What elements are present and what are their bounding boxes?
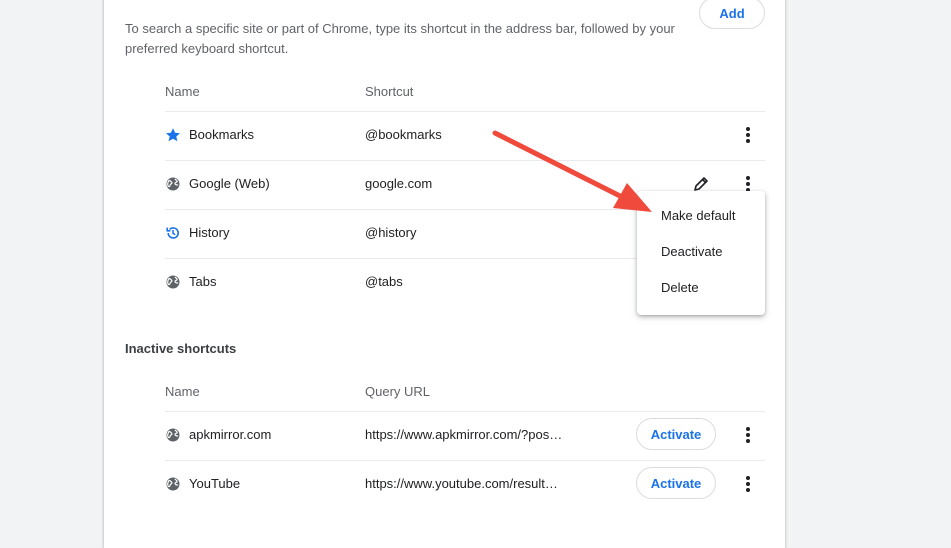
globe-icon — [166, 177, 180, 191]
star-icon — [166, 128, 180, 142]
menu-item-make-default[interactable]: Make default — [637, 198, 765, 234]
globe-icon — [166, 275, 180, 289]
inactive-shortcuts-title: Inactive shortcuts — [125, 341, 237, 356]
shortcut-name: apkmirror.com — [189, 427, 272, 442]
shortcut-keyword: @bookmarks — [365, 127, 442, 142]
menu-item-delete[interactable]: Delete — [637, 270, 765, 306]
query-url: https://www.apkmirror.com/?pos… — [365, 427, 563, 442]
context-menu: Make default Deactivate Delete — [637, 191, 765, 315]
shortcut-name: Tabs — [189, 274, 217, 289]
query-url: https://www.youtube.com/result… — [365, 476, 558, 491]
shortcut-keyword: google.com — [365, 176, 433, 191]
section-description: To search a specific site or part of Chr… — [125, 21, 675, 56]
column-header-name: Name — [165, 84, 200, 99]
activate-button[interactable]: Activate — [636, 467, 716, 499]
shortcut-keyword: @history — [365, 225, 417, 240]
shortcut-name: History — [189, 225, 230, 240]
activate-button[interactable]: Activate — [636, 418, 716, 450]
column-header-query-url: Query URL — [365, 384, 431, 399]
more-actions-icon[interactable] — [740, 472, 756, 496]
more-actions-icon[interactable] — [740, 423, 756, 447]
shortcut-name: Google (Web) — [189, 176, 270, 191]
globe-icon — [166, 477, 180, 491]
menu-item-deactivate[interactable]: Deactivate — [637, 234, 765, 270]
history-icon — [166, 227, 179, 239]
column-header-shortcut: Shortcut — [365, 84, 414, 99]
column-header-name: Name — [165, 384, 200, 399]
add-button[interactable]: Add — [699, 0, 765, 29]
shortcut-name: Bookmarks — [189, 127, 255, 142]
shortcut-name: YouTube — [189, 476, 241, 491]
table-row: YouTube https://www.youtube.com/result… … — [165, 460, 765, 508]
more-actions-icon[interactable] — [740, 123, 756, 147]
shortcut-keyword: @tabs — [365, 274, 403, 289]
table-row: apkmirror.com https://www.apkmirror.com/… — [165, 411, 765, 459]
table-row: Bookmarks @bookmarks — [165, 111, 765, 159]
globe-icon — [166, 428, 180, 442]
